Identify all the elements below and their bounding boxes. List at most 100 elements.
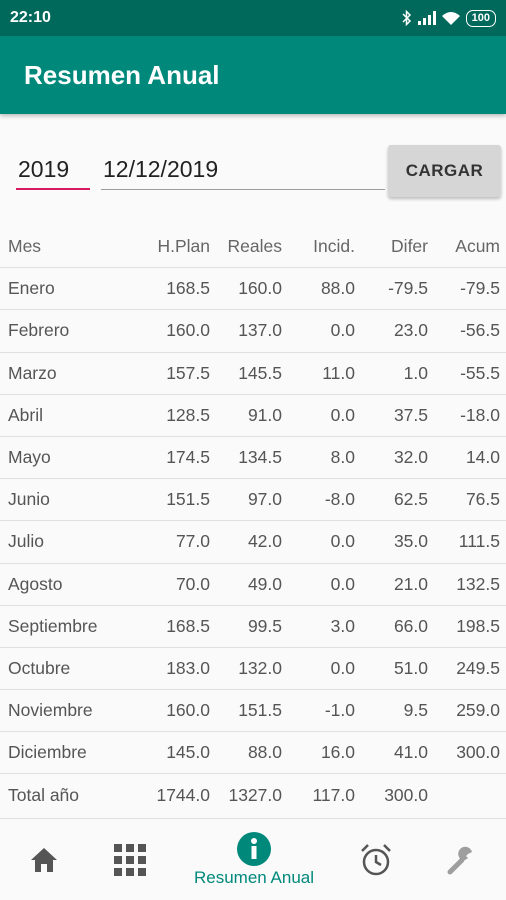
cell-difer: 1.0 <box>403 362 428 383</box>
cell-reales: 134.5 <box>238 447 282 468</box>
table-row: Marzo 157.5 145.5 11.0 1.0 -55.5 <box>0 353 506 395</box>
cell-plan: 128.5 <box>166 404 210 425</box>
cell-plan: 174.5 <box>166 447 210 468</box>
cell-incid: 0.0 <box>330 404 355 425</box>
header-mes: Mes <box>8 236 42 257</box>
cell-mes: Julio <box>8 531 44 552</box>
cell-reales: 42.0 <box>247 531 282 552</box>
total-row: Total año 1744.0 1327.0 117.0 300.0 <box>0 774 506 816</box>
cell-mes: Abril <box>8 404 44 425</box>
table-row: Diciembre 145.0 88.0 16.0 41.0 300.0 <box>0 732 506 775</box>
wrench-icon <box>447 846 472 875</box>
bottom-navigation: Resumen Anual <box>0 818 506 900</box>
cell-mes: Diciembre <box>8 742 87 763</box>
nav-label-resumen-anual: Resumen Anual <box>193 868 315 887</box>
load-button[interactable]: CARGAR <box>388 145 501 197</box>
cell-acum: 198.5 <box>456 615 500 636</box>
cell-plan: 157.5 <box>166 362 210 383</box>
cell-mes: Octubre <box>8 657 71 678</box>
app-bar: Resumen Anual <box>0 36 506 114</box>
cell-reales: 91.0 <box>247 404 282 425</box>
cell-difer: 66.0 <box>393 615 428 636</box>
cell-difer: 62.5 <box>393 489 428 510</box>
cell-acum: -56.5 <box>460 320 500 341</box>
cell-difer: 41.0 <box>393 742 428 763</box>
total-reales: 1327.0 <box>228 785 282 806</box>
table-row: Noviembre 160.0 151.5 -1.0 9.5 259.0 <box>0 690 506 733</box>
cell-plan: 160.0 <box>166 320 210 341</box>
wifi-icon <box>441 12 460 25</box>
cell-reales: 151.5 <box>238 700 282 721</box>
cell-plan: 151.5 <box>166 489 210 510</box>
bluetooth-icon <box>402 10 411 26</box>
cell-acum: 249.5 <box>456 657 500 678</box>
nav-item-settings[interactable] <box>436 819 488 900</box>
cell-difer: 51.0 <box>393 657 428 678</box>
cell-plan: 183.0 <box>166 657 210 678</box>
cell-acum: 132.5 <box>456 573 500 594</box>
nav-item-grid[interactable] <box>104 819 156 900</box>
cell-difer: 9.5 <box>403 700 428 721</box>
cell-incid: 8.0 <box>330 447 355 468</box>
status-time: 22:10 <box>10 9 51 26</box>
header-reales: Reales <box>227 236 282 257</box>
cell-mes: Enero <box>8 278 55 299</box>
cell-incid: 3.0 <box>330 615 355 636</box>
cell-plan: 145.0 <box>166 742 210 763</box>
cell-reales: 145.5 <box>238 362 282 383</box>
nav-item-alarm[interactable] <box>350 819 402 900</box>
annual-summary-table: Mes H.Plan Reales Incid. Difer Acum Ener… <box>0 226 506 817</box>
cell-reales: 99.5 <box>247 615 282 636</box>
table-row: Septiembre 168.5 99.5 3.0 66.0 198.5 <box>0 606 506 648</box>
total-plan: 1744.0 <box>156 785 210 806</box>
status-icons: 100 <box>402 9 496 27</box>
table-row: Julio 77.0 42.0 0.0 35.0 111.5 <box>0 521 506 564</box>
cell-acum: -79.5 <box>460 278 500 299</box>
page-title: Resumen Anual <box>24 59 220 90</box>
cell-incid: 88.0 <box>320 278 355 299</box>
cell-incid: 0.0 <box>330 573 355 594</box>
cell-incid: 0.0 <box>330 657 355 678</box>
cell-mes: Agosto <box>8 573 63 594</box>
table-row: Octubre 183.0 132.0 0.0 51.0 249.5 <box>0 648 506 691</box>
cell-reales: 88.0 <box>247 742 282 763</box>
cell-plan: 77.0 <box>175 531 210 552</box>
nav-item-home[interactable] <box>18 819 70 900</box>
header-plan: H.Plan <box>157 236 210 257</box>
cell-difer: 35.0 <box>393 531 428 552</box>
cell-mes: Junio <box>8 489 50 510</box>
cell-mes: Noviembre <box>8 700 93 721</box>
cell-incid: 11.0 <box>322 362 355 383</box>
table-row: Mayo 174.5 134.5 8.0 32.0 14.0 <box>0 437 506 480</box>
table-row: Febrero 160.0 137.0 0.0 23.0 -56.5 <box>0 310 506 353</box>
table-row: Agosto 70.0 49.0 0.0 21.0 132.5 <box>0 564 506 606</box>
header-incid: Incid. <box>313 236 355 257</box>
cell-reales: 97.0 <box>247 489 282 510</box>
cell-plan: 70.0 <box>175 573 210 594</box>
table-row: Enero 168.5 160.0 88.0 -79.5 -79.5 <box>0 268 506 311</box>
cell-mes: Marzo <box>8 362 57 383</box>
total-incid: 117.0 <box>312 785 356 806</box>
table-row: Abril 128.5 91.0 0.0 37.5 -18.0 <box>0 395 506 437</box>
total-label: Total año <box>8 785 80 806</box>
date-input[interactable] <box>101 150 385 190</box>
cell-incid: 16.0 <box>320 742 355 763</box>
cell-reales: 160.0 <box>238 278 282 299</box>
nav-item-resumen-anual[interactable]: Resumen Anual <box>174 819 334 900</box>
year-input[interactable] <box>16 150 90 190</box>
cell-acum: 76.5 <box>465 489 500 510</box>
home-icon <box>31 848 57 872</box>
cell-acum: 14.0 <box>465 447 500 468</box>
cell-difer: 23.0 <box>393 320 428 341</box>
table-row: Junio 151.5 97.0 -8.0 62.5 76.5 <box>0 479 506 522</box>
cell-difer: 37.5 <box>393 404 428 425</box>
cell-mes: Septiembre <box>8 615 98 636</box>
cell-acum: 259.0 <box>456 700 500 721</box>
alarm-icon <box>361 844 391 876</box>
cell-acum: -55.5 <box>460 362 500 383</box>
cell-acum: -18.0 <box>460 404 500 425</box>
header-acum: Acum <box>455 236 500 257</box>
cell-incid: -1.0 <box>324 700 355 721</box>
cell-plan: 160.0 <box>166 700 210 721</box>
info-icon <box>237 832 271 866</box>
